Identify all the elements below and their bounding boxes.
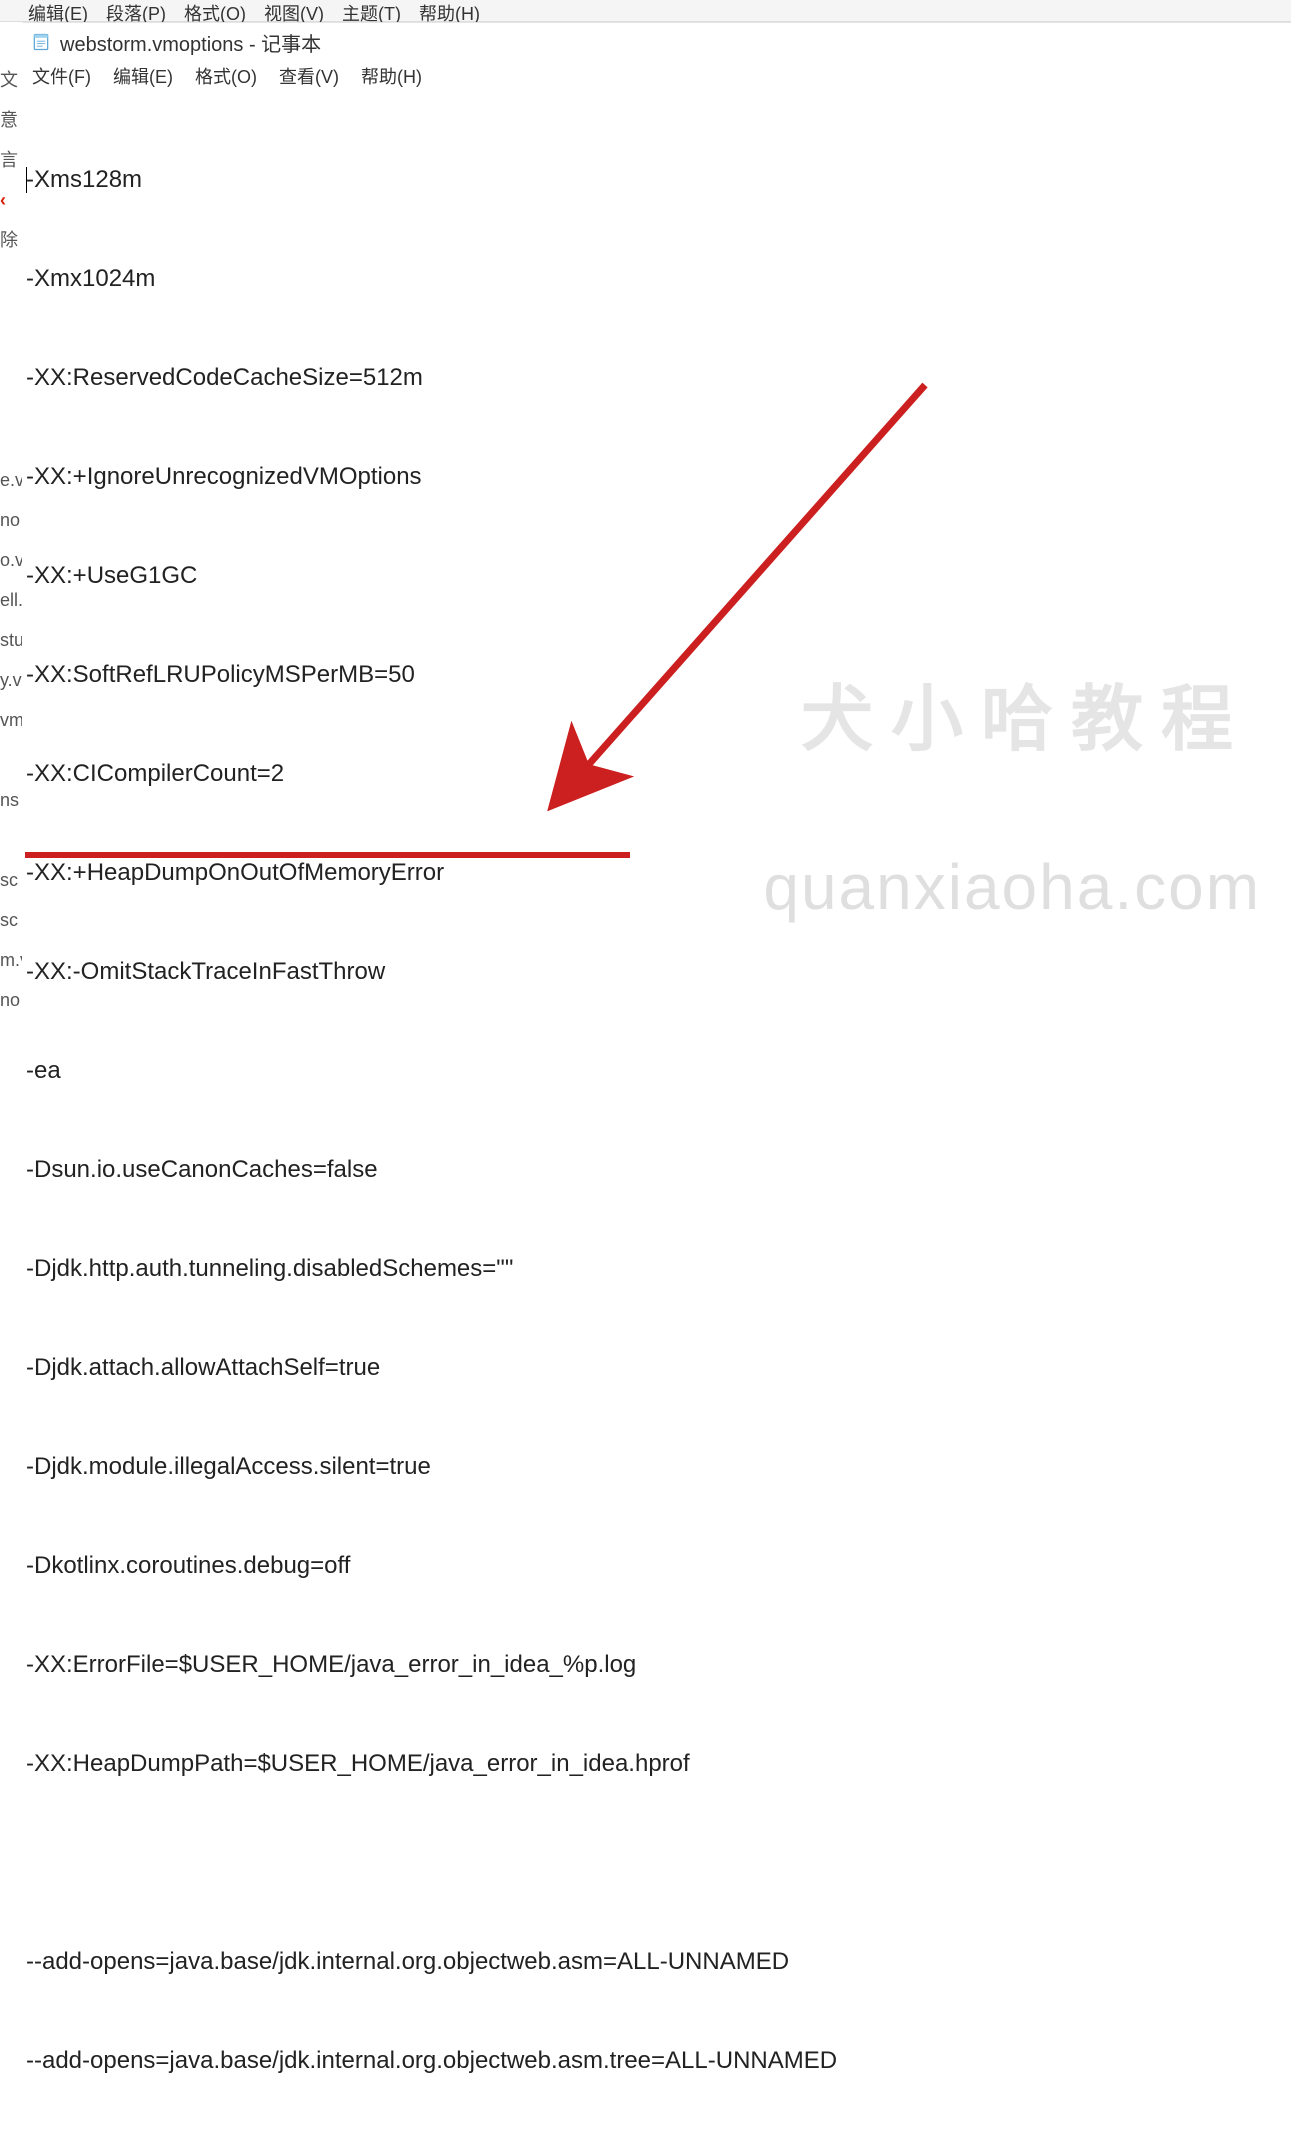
left-edge-cropped-text: 文 意 言 ‹ 除 e.v no o.v ell. stu y.v vm ns … [0,60,22,1020]
notepad-menubar: 文件(F) 编辑(E) 格式(O) 查看(V) 帮助(H) [22,61,1291,91]
notepad-icon [30,31,52,53]
background-app-menubar: 编辑(E) 段落(P) 格式(O) 视图(V) 主题(T) 帮助(H) [0,0,1291,22]
notepad-window: webstorm.vmoptions - 记事本 文件(F) 编辑(E) 格式(… [22,22,1291,1072]
notepad-text-area[interactable]: -Xms128m -Xmx1024m -XX:ReservedCodeCache… [22,91,1291,2144]
notepad-titlebar[interactable]: webstorm.vmoptions - 记事本 [22,23,1291,61]
menu-help[interactable]: 帮助(H) [357,61,426,91]
menu-view[interactable]: 查看(V) [275,61,343,91]
menu-file[interactable]: 文件(F) [28,61,95,91]
menu-edit[interactable]: 编辑(E) [109,61,177,91]
notepad-title-text: webstorm.vmoptions - 记事本 [60,28,321,57]
menu-format[interactable]: 格式(O) [191,61,261,91]
